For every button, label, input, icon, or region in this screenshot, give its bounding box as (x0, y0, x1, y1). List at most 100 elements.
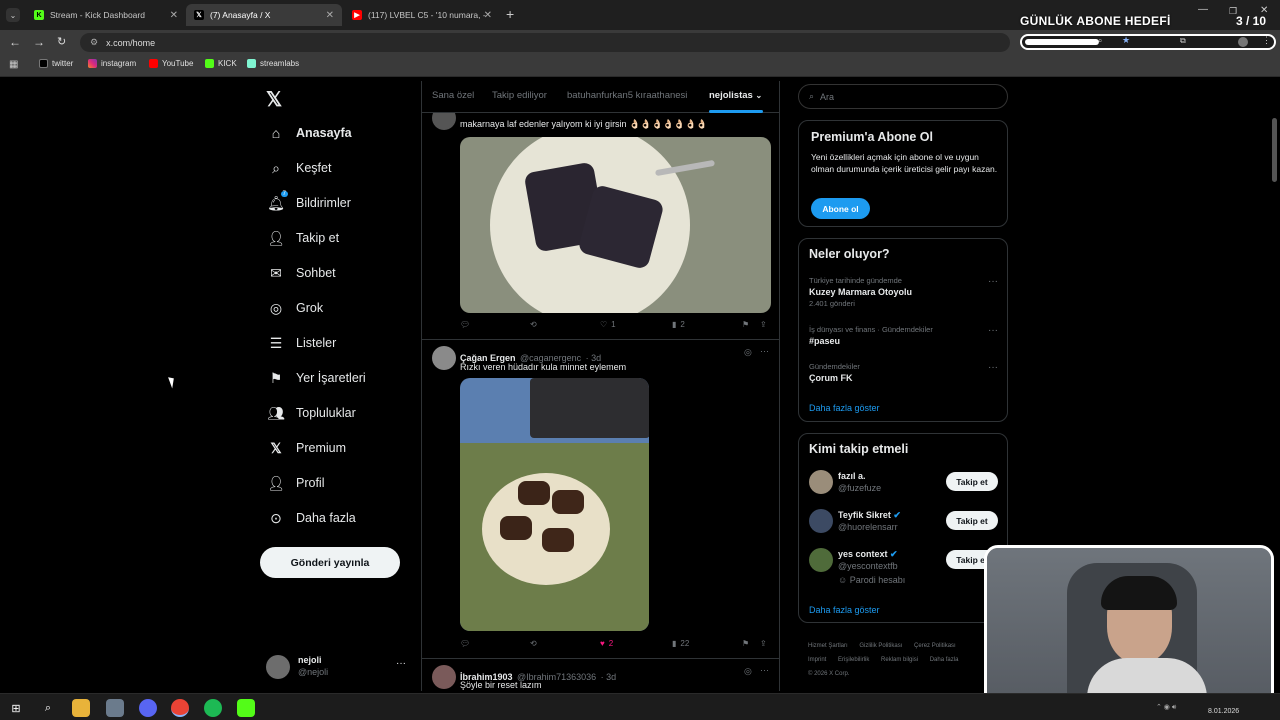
footer-link[interactable]: Daha fazla (930, 657, 959, 663)
trend-item[interactable]: Türkiye tarihinde gündemde Kuzey Marmara… (809, 276, 1004, 310)
show-more-link[interactable]: Daha fazla göster (809, 605, 880, 615)
sidebar-item-grok[interactable]: ◎ Grok (268, 300, 323, 316)
new-tab-button[interactable]: + (506, 6, 514, 22)
star-icon[interactable]: ★ (1122, 35, 1130, 46)
tab-for-you[interactable]: Sana özel (432, 90, 474, 101)
x-logo-icon[interactable]: 𝕏 (266, 87, 282, 112)
url-field[interactable]: ⚙ x.com/home (80, 33, 1010, 52)
tab-search-button[interactable]: ⌄ (6, 8, 20, 22)
home-icon: ⌂ (271, 125, 281, 141)
divider (422, 658, 779, 659)
tweet-image-cake[interactable] (460, 137, 771, 313)
footer-link[interactable]: Gizlilik Politikası (859, 643, 902, 649)
more-icon[interactable]: ··· (760, 346, 769, 356)
subscribe-button[interactable]: Abone ol (811, 198, 870, 219)
footer-link[interactable]: Imprint (808, 657, 826, 663)
more-icon[interactable]: ··· (988, 362, 998, 373)
sidebar-item-more[interactable]: ⊙ Daha fazla (268, 510, 356, 526)
spotify-icon[interactable] (204, 699, 222, 717)
search-input[interactable]: ⌕ Ara (798, 84, 1008, 109)
post-button[interactable]: Gönderi yayınla (260, 547, 400, 578)
bookmark-streamlabs[interactable]: streamlabs (247, 59, 299, 68)
tab-list-kiraathanesi[interactable]: batuhanfurkan5 kıraathanesi (567, 90, 687, 101)
sidebar-item-messages[interactable]: ✉ Sohbet (268, 265, 336, 281)
zoom-icon[interactable]: ⌕ (1098, 36, 1102, 46)
sidebar-item-premium[interactable]: 𝕏 Premium (268, 440, 346, 456)
extension-icon[interactable]: ⧉ (1180, 36, 1186, 46)
retweet-icon[interactable]: ⟲ (530, 639, 537, 648)
reply-icon[interactable]: 💬︎ (460, 639, 470, 648)
footer-link[interactable]: Reklam bilgisi (881, 657, 918, 663)
tab-list-nejolistas[interactable]: nejolistas ⌄ (709, 90, 762, 101)
show-more-link[interactable]: Daha fazla göster (809, 403, 880, 413)
like-button[interactable]: ♡ 1 (600, 320, 616, 329)
views-button[interactable]: ▮ 2 (672, 320, 685, 329)
tab-following[interactable]: Takip ediliyor (492, 90, 547, 101)
tweet-3[interactable]: İbrahim1903 @Ibrahim71363036 · 3d ◎ ··· … (422, 665, 779, 691)
more-icon[interactable]: ··· (396, 658, 406, 669)
sidebar-item-lists[interactable]: ☰ Listeler (268, 335, 337, 351)
app-icon[interactable] (106, 699, 124, 717)
share-icon[interactable]: ⇪ (760, 639, 767, 648)
sidebar-item-explore[interactable]: ⌕ Keşfet (268, 160, 331, 176)
bookmark-icon[interactable]: ⚑ (742, 320, 749, 329)
profile-avatar-icon[interactable] (1238, 37, 1248, 47)
apps-icon[interactable]: ▦ (9, 59, 18, 70)
chrome-icon[interactable] (171, 699, 189, 717)
follow-button[interactable]: Takip et (946, 472, 998, 491)
follow-suggestion[interactable]: yes context ✔ @yescontextfb ☺ Parodi hes… (809, 548, 1004, 590)
discord-icon[interactable] (139, 699, 157, 717)
follow-suggestion[interactable]: Teyfik Sikret ✔ @huorelensarr Takip et (809, 509, 1004, 537)
trend-item[interactable]: Gündemdekiler Çorum FK ··· (809, 362, 1004, 386)
sidebar-item-notifications[interactable]: 🔔︎ 7 Bildirimler (267, 191, 351, 211)
bookmark-youtube[interactable]: YouTube (149, 59, 193, 68)
trend-item[interactable]: İş dünyası ve finans · Gündemdekiler #pa… (809, 325, 1004, 349)
search-icon[interactable]: ⌕ (39, 699, 57, 717)
tweet-image-meat[interactable] (460, 378, 649, 631)
footer-link[interactable]: Hizmet Şartları (808, 643, 848, 649)
like-button[interactable]: ♥ 2 (600, 639, 613, 648)
bookmark-icon[interactable]: ⚑ (742, 639, 749, 648)
sidebar-item-profile[interactable]: 👤︎ Profil (267, 475, 324, 491)
bookmark-twitter[interactable]: twitter (39, 59, 73, 68)
tweet-1[interactable]: makarnaya laf edenler yalıyom ki iyi gir… (422, 106, 779, 339)
tab-youtube[interactable]: ▶ (117) LVBEL C5 - '10 numara, - ✕ (344, 4, 500, 26)
more-icon[interactable]: ··· (988, 325, 998, 336)
tab-x-home[interactable]: 𝕏 (7) Anasayfa / X ✕ (186, 4, 342, 26)
tweet-2[interactable]: Çağan Ergen @caganergenc · 3d ◎ ··· Rızk… (422, 346, 779, 656)
reload-icon[interactable]: ↻ (57, 35, 66, 48)
close-icon[interactable]: ✕ (326, 10, 334, 21)
grok-icon[interactable]: ◎ (744, 347, 752, 358)
sidebar-item-home[interactable]: ⌂ Anasayfa (268, 125, 352, 141)
scrollbar-thumb[interactable] (1272, 118, 1277, 182)
close-icon[interactable]: ✕ (484, 10, 492, 21)
footer-link[interactable]: Çerez Politikası (914, 643, 956, 649)
account-switcher[interactable]: nejoli @nejoli ··· (266, 655, 410, 681)
bookmark-instagram[interactable]: instagram (88, 59, 136, 68)
kick-icon[interactable] (237, 699, 255, 717)
more-icon[interactable]: ··· (760, 665, 769, 675)
bookmark-kick[interactable]: KICK (205, 59, 237, 68)
retweet-icon[interactable]: ⟲ (530, 320, 537, 329)
share-icon[interactable]: ⇪ (760, 320, 767, 329)
views-button[interactable]: ▮ 22 (672, 639, 689, 648)
minimize-icon[interactable]: — (1198, 4, 1208, 15)
follow-button[interactable]: Takip et (946, 511, 998, 530)
forward-icon[interactable]: → (33, 35, 45, 49)
sidebar-item-follow[interactable]: 👤︎ Takip et (267, 230, 339, 246)
system-tray[interactable]: ⌃ ◉ 🔊︎ (1156, 703, 1176, 712)
close-icon[interactable]: ✕ (170, 10, 178, 21)
site-info-icon[interactable]: ⚙ (90, 37, 98, 48)
sidebar-item-communities[interactable]: 👥︎ Topluluklar (267, 405, 356, 421)
follow-suggestion[interactable]: fazıl a. @fuzefuze Takip et (809, 470, 1004, 498)
back-icon[interactable]: ← (9, 35, 21, 49)
sidebar-item-bookmarks[interactable]: ⚑ Yer İşaretleri (268, 370, 366, 386)
footer-link[interactable]: Erişilebilirlik (838, 657, 869, 663)
grok-icon[interactable]: ◎ (744, 666, 752, 677)
more-icon[interactable]: ··· (988, 276, 998, 287)
reply-icon[interactable]: 💬︎ (460, 320, 470, 329)
windows-start-icon[interactable]: ⊞ (7, 699, 25, 717)
menu-dots-icon[interactable]: ⋮ (1262, 35, 1271, 46)
folder-icon[interactable] (72, 699, 90, 717)
tab-kick-dashboard[interactable]: K Stream - Kick Dashboard ✕ (26, 4, 186, 26)
